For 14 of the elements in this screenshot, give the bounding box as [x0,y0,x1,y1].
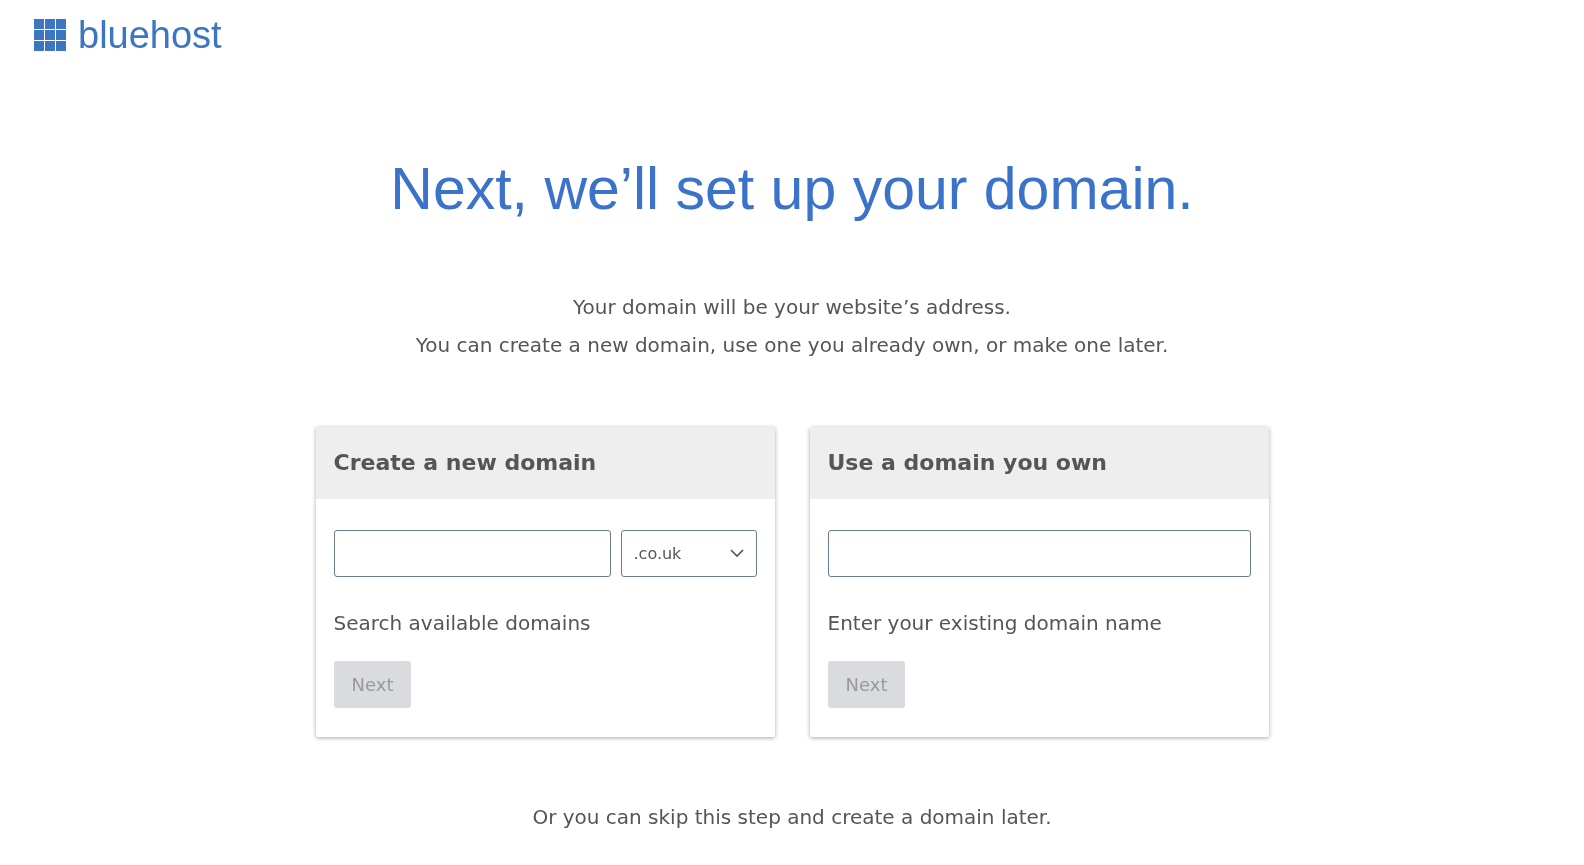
hint-text: Enter your existing domain name [827,610,1163,635]
hint-text: Search available domains [333,610,592,635]
domain-input-field[interactable] [827,529,1251,577]
intro-text: You can create a new domain, use one you already own, or make one later. [415,332,1169,357]
tld-dropdown[interactable]: .co.uk [620,529,757,577]
logo-text: bluehost [78,16,222,54]
chevron-down-icon [729,548,744,558]
card-header: Create a new domain [315,426,775,499]
card-header: Use a domain you own [809,426,1269,499]
intro-text: Your domain will be your website’s address. [573,294,1011,319]
grid-logo-icon [34,19,66,51]
skip-text: Or you can skip this step and create a domain later. [532,804,1052,829]
page-heading: Next, we’ll set up your domain. [390,155,1194,224]
domain-input-field[interactable] [333,529,611,577]
